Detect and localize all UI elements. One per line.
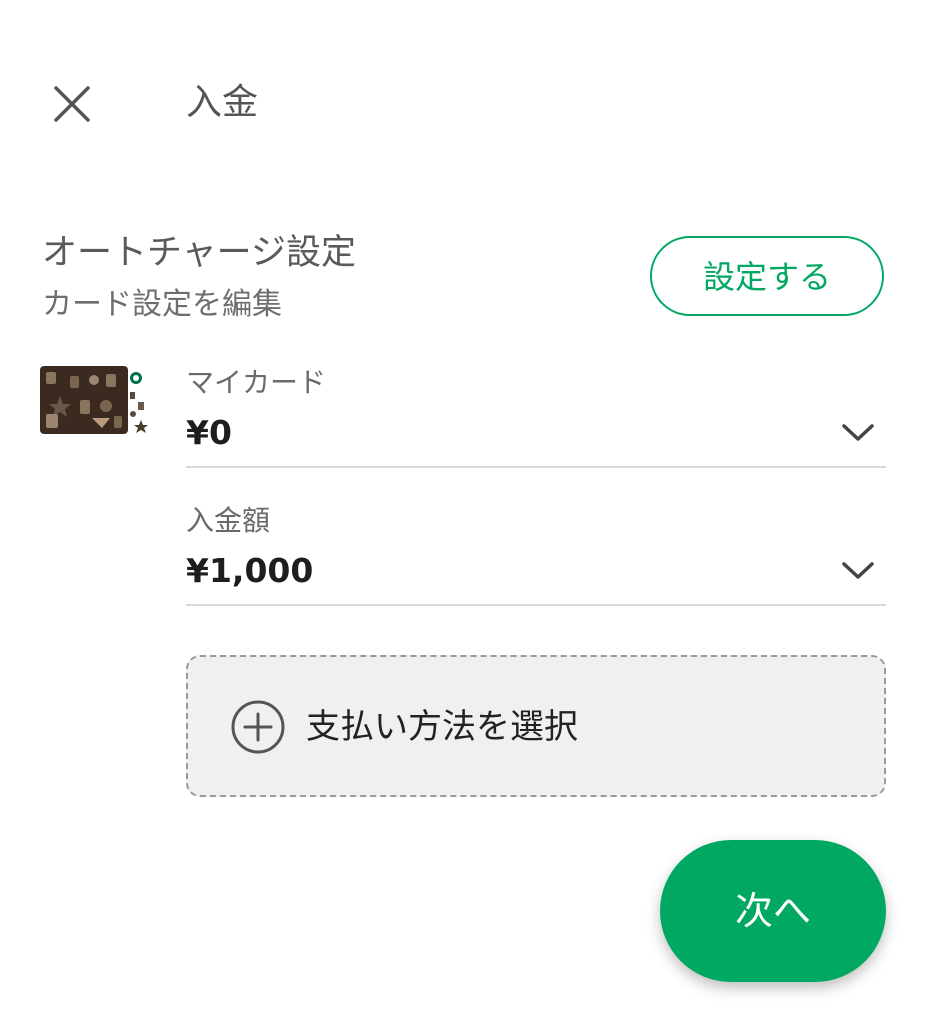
close-icon bbox=[54, 86, 90, 122]
plus-circle-icon bbox=[231, 700, 285, 754]
autocharge-setup-button[interactable]: 設定する bbox=[650, 236, 884, 316]
select-payment-method-button[interactable]: 支払い方法を選択 bbox=[186, 655, 886, 797]
amount-value: ¥1,000 bbox=[186, 551, 314, 590]
card-balance-value: ¥0 bbox=[186, 413, 232, 452]
card-field-label: マイカード bbox=[186, 366, 327, 399]
close-button[interactable] bbox=[48, 80, 96, 128]
amount-select-field[interactable]: 入金額 ¥1,000 bbox=[186, 502, 886, 606]
page-title: 入金 bbox=[186, 82, 259, 123]
amount-field-label: 入金額 bbox=[186, 504, 271, 537]
payment-method-label: 支払い方法を選択 bbox=[306, 707, 578, 747]
chevron-down-icon bbox=[842, 424, 874, 441]
card-select-field[interactable]: マイカード ¥0 bbox=[186, 364, 886, 468]
autocharge-subtitle: カード設定を編集 bbox=[42, 287, 282, 322]
chevron-down-icon bbox=[842, 562, 874, 579]
starbucks-card-thumbnail bbox=[40, 366, 148, 434]
autocharge-title: オートチャージ設定 bbox=[42, 233, 356, 273]
next-button[interactable]: 次へ bbox=[660, 840, 886, 982]
